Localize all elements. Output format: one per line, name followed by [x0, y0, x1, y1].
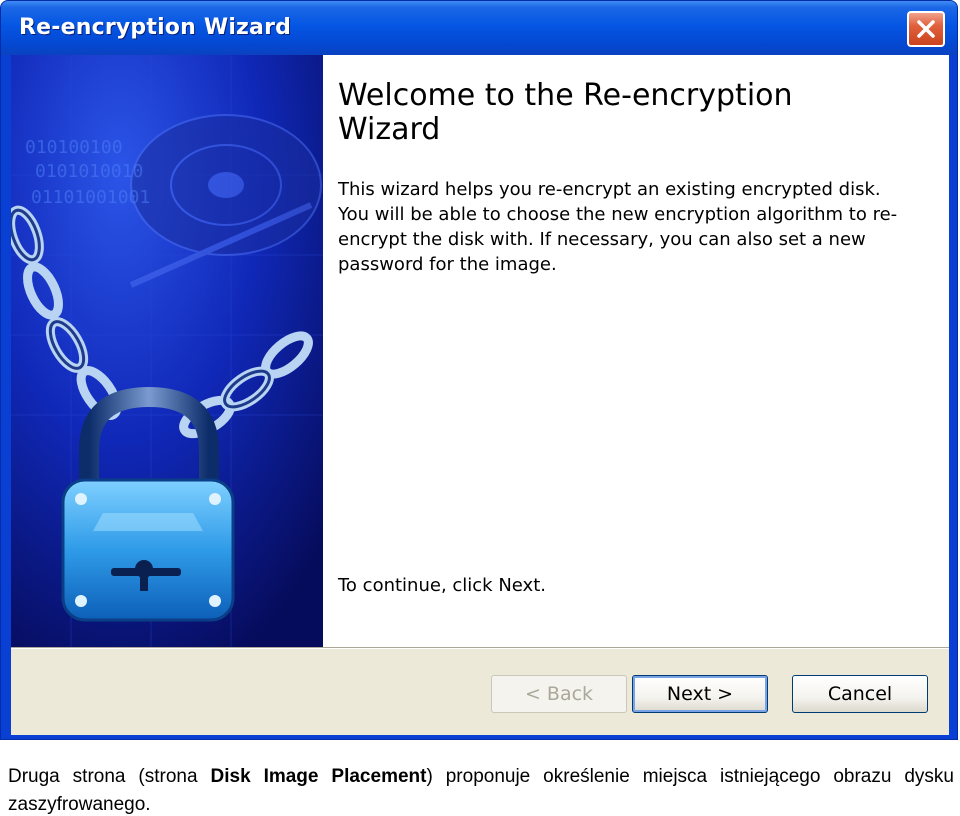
cancel-button[interactable]: Cancel: [792, 675, 928, 713]
document-caption: Druga strona (strona Disk Image Placemen…: [8, 763, 954, 816]
window-title: Re-encryption Wizard: [19, 15, 292, 40]
next-button[interactable]: Next >: [632, 675, 768, 713]
back-button[interactable]: < Back: [491, 675, 627, 713]
close-button[interactable]: [907, 11, 945, 47]
binary-line: 01101001001: [31, 187, 150, 208]
welcome-panel: Welcome to the Re-encryption Wizard This…: [323, 55, 949, 647]
button-separator: [11, 647, 949, 649]
binary-line: 010100100: [25, 137, 123, 158]
wizard-window: Re-encryption Wizard 010100100 010101001…: [0, 0, 958, 740]
wizard-client-area: 010100100 0101010010 01101001001 Welcome…: [11, 55, 949, 735]
caption-text: Druga strona (strona: [8, 766, 211, 787]
intro-paragraph: This wizard helps you re-encrypt an exis…: [338, 179, 898, 275]
padlock-chain-illustration: 010100100 0101010010 01101001001: [11, 55, 323, 647]
title-bar[interactable]: Re-encryption Wizard: [1, 1, 957, 55]
binary-line: 0101010010: [35, 161, 143, 182]
padlock-icon: 010100100 0101010010 01101001001: [11, 55, 323, 647]
caption-bold-term: Disk Image Placement: [210, 766, 427, 787]
close-icon: [917, 20, 935, 38]
page-title: Welcome to the Re-encryption Wizard: [338, 78, 793, 147]
continue-instruction: To continue, click Next.: [338, 575, 546, 596]
